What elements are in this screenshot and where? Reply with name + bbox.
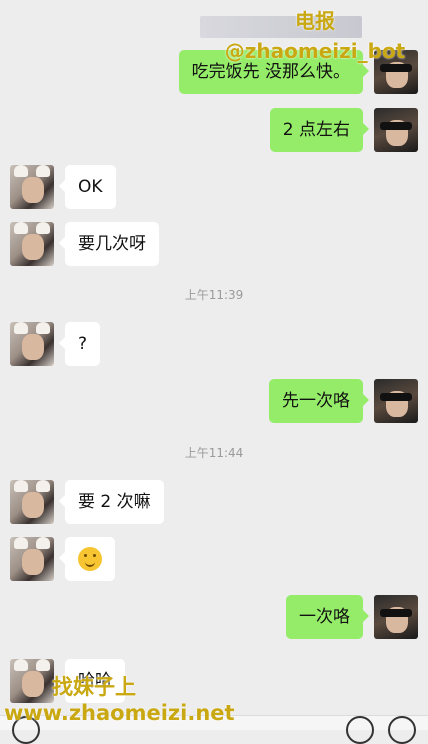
message-bubble[interactable]: 要 2 次嘛 xyxy=(59,480,164,524)
watermark-text: @zhaomeizi_bot xyxy=(224,39,406,63)
avatar-self[interactable] xyxy=(374,379,418,423)
avatar-contact[interactable] xyxy=(10,165,54,209)
watermark-text: 电报 xyxy=(295,9,335,33)
message-bubble[interactable]: 先一次咯 xyxy=(269,379,369,423)
avatar-self[interactable] xyxy=(374,108,418,152)
timestamp: 上午11:44 xyxy=(184,446,244,460)
message-bubble[interactable]: 要几次呀 xyxy=(59,222,159,266)
avatar-contact[interactable] xyxy=(10,537,54,581)
plus-icon[interactable] xyxy=(388,716,416,744)
watermark-text: 找妹子上 xyxy=(52,675,136,699)
message-bubble[interactable]: 2 点左右 xyxy=(269,108,370,152)
avatar-self[interactable] xyxy=(374,595,418,639)
watermark-text: www.zhaomeizi.net xyxy=(4,701,235,725)
timestamp: 上午11:39 xyxy=(184,288,244,302)
thinking-face-icon xyxy=(78,547,102,571)
emoji-icon[interactable] xyxy=(346,716,374,744)
message-bubble[interactable]: 一次咯 xyxy=(286,595,369,639)
watermark-top: 电报 @zhaomeizi_bot xyxy=(210,6,420,66)
message-bubble[interactable] xyxy=(59,537,115,581)
watermark-bottom: 找妹子上 www.zhaomeizi.net xyxy=(4,674,235,726)
avatar-contact[interactable] xyxy=(10,222,54,266)
message-bubble[interactable]: OK xyxy=(59,165,116,209)
message-bubble[interactable]: ? xyxy=(58,322,101,366)
avatar-contact[interactable] xyxy=(10,322,54,366)
avatar-contact[interactable] xyxy=(10,480,54,524)
chat-area[interactable]: 吃完饭先 没那么快。 2 点左右 OK 要几次呀 上午11:39 ? 先一次咯 … xyxy=(0,0,428,730)
